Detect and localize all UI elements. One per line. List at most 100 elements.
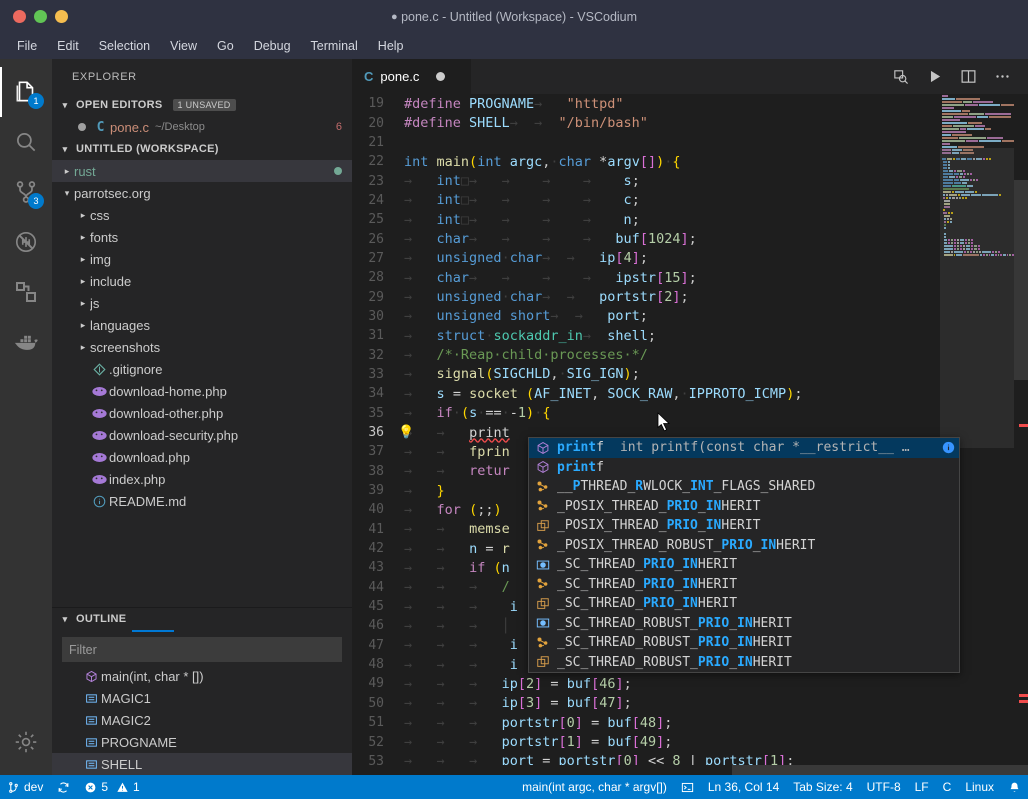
status-language[interactable]: C — [936, 775, 959, 799]
activity-source-control[interactable]: 3 — [0, 167, 52, 217]
tab-pone-c[interactable]: C pone.c — [352, 59, 472, 94]
activity-manage[interactable] — [0, 717, 52, 767]
suggestion-widget[interactable]: printf int printf(const char *__restrict_… — [528, 437, 960, 673]
hscrollbar-thumb[interactable] — [732, 765, 1028, 775]
tree-folder-parrotsec-org[interactable]: ▾ parrotsec.org — [52, 182, 352, 204]
status-notifications[interactable] — [1001, 775, 1028, 799]
code-line-28[interactable]: 28 → char→ → → → ipstr[15]; — [352, 268, 1028, 287]
menu-debug[interactable]: Debug — [245, 36, 300, 56]
chevron-right-icon[interactable]: ▸ — [76, 320, 90, 331]
code-line-24[interactable]: 24 → int□→ → → → c; — [352, 191, 1028, 210]
suggestion-item[interactable]: _SC_THREAD_ROBUST_PRIO_INHERIT — [529, 633, 959, 653]
code-line-29[interactable]: 29 → unsigned·char→ → portstr[2]; — [352, 287, 1028, 306]
outline-sash[interactable] — [52, 630, 352, 632]
status-indentation[interactable]: Tab Size: 4 — [786, 775, 859, 799]
tree-file-index-php[interactable]: index.php — [52, 468, 352, 490]
menu-selection[interactable]: Selection — [90, 36, 159, 56]
file-tree[interactable]: ▸ rust ▾ parrotsec.org ▸ css ▸ fonts ▸ img ▸ includ… — [52, 160, 352, 607]
tree-file-download-other-php[interactable]: download-other.php — [52, 402, 352, 424]
tree-file-readme-md[interactable]: README.md — [52, 490, 352, 512]
code-line-51[interactable]: 51 → → → portstr[0] = buf[48]; — [352, 713, 1028, 732]
status-encoding[interactable]: UTF-8 — [860, 775, 908, 799]
tree-folder-js[interactable]: ▸ js — [52, 292, 352, 314]
menu-edit[interactable]: Edit — [48, 36, 88, 56]
code-line-27[interactable]: 27 → unsigned·char→ → ip[4]; — [352, 249, 1028, 268]
code-line-23[interactable]: 23 → int□→ → → → s; — [352, 171, 1028, 190]
tree-file-download-php[interactable]: download.php — [52, 446, 352, 468]
menu-view[interactable]: View — [161, 36, 206, 56]
activity-explorer[interactable]: 1 — [0, 67, 52, 117]
minimize-button[interactable] — [34, 10, 47, 23]
code-line-19[interactable]: 19 #define PROGNAME→ "httpd" — [352, 94, 1028, 113]
horizontal-scrollbar[interactable] — [352, 765, 1028, 775]
status-sync[interactable] — [50, 775, 77, 799]
status-platform[interactable]: Linux — [958, 775, 1001, 799]
code-line-30[interactable]: 30 → unsigned short→ → port; — [352, 307, 1028, 326]
chevron-right-icon[interactable]: ▸ — [76, 298, 90, 309]
more-actions-icon[interactable] — [988, 63, 1016, 91]
minimap-slider[interactable] — [940, 148, 1014, 448]
code-line-33[interactable]: 33 → signal(SIGCHLD,·SIG_IGN); — [352, 365, 1028, 384]
suggestion-item[interactable]: _POSIX_THREAD_ROBUST_PRIO_INHERIT — [529, 536, 959, 556]
status-terminal[interactable] — [674, 775, 701, 799]
activity-run-debug[interactable] — [0, 217, 52, 267]
code-line-32[interactable]: 32 → /*·Reap·child·processes·*/ — [352, 345, 1028, 364]
code-line-25[interactable]: 25 → int□→ → → → n; — [352, 210, 1028, 229]
chevron-right-icon[interactable]: ▸ — [76, 276, 90, 287]
tree-file--gitignore[interactable]: .gitignore — [52, 358, 352, 380]
code-line-52[interactable]: 52 → → → portstr[1] = buf[49]; — [352, 732, 1028, 751]
code-line-31[interactable]: 31 → struct·sockaddr_in→ shell; — [352, 326, 1028, 345]
suggestion-item[interactable]: _POSIX_THREAD_PRIO_INHERIT — [529, 497, 959, 517]
chevron-right-icon[interactable]: ▸ — [76, 232, 90, 243]
section-open-editors[interactable]: ▾ OPEN EDITORS 1 UNSAVED — [52, 94, 352, 116]
menu-help[interactable]: Help — [369, 36, 413, 56]
split-editor-icon[interactable] — [954, 63, 982, 91]
suggestion-info-icon[interactable] — [942, 441, 955, 454]
suggestion-item[interactable]: printf — [529, 458, 959, 478]
menu-terminal[interactable]: Terminal — [302, 36, 367, 56]
menu-go[interactable]: Go — [208, 36, 243, 56]
code-action-lightbulb-icon[interactable]: 💡 — [398, 425, 414, 440]
suggestion-item[interactable]: _POSIX_THREAD_PRIO_INHERIT — [529, 516, 959, 536]
outline-item-main-int-char-[interactable]: main(int, char * []) — [52, 665, 352, 687]
chevron-right-icon[interactable]: ▸ — [76, 254, 90, 265]
chevron-right-icon[interactable]: ▸ — [60, 166, 74, 177]
suggestion-item[interactable]: _SC_THREAD_PRIO_INHERIT — [529, 555, 959, 575]
code-line-21[interactable]: 21 — [352, 133, 1028, 152]
tree-folder-fonts[interactable]: ▸ fonts — [52, 226, 352, 248]
run-code-icon[interactable] — [920, 63, 948, 91]
tree-folder-rust[interactable]: ▸ rust — [52, 160, 352, 182]
outline-item-progname[interactable]: PROGNAME — [52, 731, 352, 753]
code-line-34[interactable]: 34 → s = socket (AF_INET, SOCK_RAW,·IPPRO… — [352, 384, 1028, 403]
status-symbol[interactable]: main(int argc, char * argv[]) — [515, 775, 674, 799]
outline-item-shell[interactable]: SHELL — [52, 753, 352, 775]
activity-extensions[interactable] — [0, 267, 52, 317]
scrollbar-thumb[interactable] — [1014, 180, 1028, 380]
activity-search[interactable] — [0, 117, 52, 167]
outline-item-magic1[interactable]: MAGIC1 — [52, 687, 352, 709]
code-editor[interactable]: 19 #define PROGNAME→ "httpd" 20 #define SHE… — [352, 94, 1028, 775]
suggestion-item[interactable]: printf int printf(const char *__restrict_… — [529, 438, 959, 458]
code-line-50[interactable]: 50 → → → ip[3] = buf[47]; — [352, 694, 1028, 713]
code-line-49[interactable]: 49 → → → ip[2] = buf[46]; — [352, 674, 1028, 693]
section-outline[interactable]: ▾ OUTLINE — [52, 608, 352, 630]
menu-file[interactable]: File — [8, 36, 46, 56]
vertical-scrollbar[interactable] — [1014, 94, 1028, 775]
status-problems[interactable]: 5 1 — [77, 775, 146, 799]
tree-file-download-security-php[interactable]: download-security.php — [52, 424, 352, 446]
chevron-right-icon[interactable]: ▸ — [76, 210, 90, 221]
open-editor-item[interactable]: C pone.c ~/Desktop 6 — [52, 116, 352, 138]
code-line-20[interactable]: 20 #define SHELL→ → "/bin/bash" — [352, 113, 1028, 132]
code-line-35[interactable]: 35 → if·(s·==·-1)·{ — [352, 404, 1028, 423]
activity-docker[interactable] — [0, 317, 52, 367]
code-line-26[interactable]: 26 → char→ → → → buf[1024]; — [352, 229, 1028, 248]
suggestion-item[interactable]: _SC_THREAD_PRIO_INHERIT — [529, 594, 959, 614]
tree-file-download-home-php[interactable]: download-home.php — [52, 380, 352, 402]
suggestion-item[interactable]: _SC_THREAD_ROBUST_PRIO_INHERIT — [529, 653, 959, 673]
suggestion-item[interactable]: __PTHREAD_RWLOCK_INT_FLAGS_SHARED — [529, 477, 959, 497]
status-cursor-position[interactable]: Ln 36, Col 14 — [701, 775, 786, 799]
tree-folder-languages[interactable]: ▸ languages — [52, 314, 352, 336]
tree-folder-css[interactable]: ▸ css — [52, 204, 352, 226]
dirty-dot-icon[interactable] — [72, 123, 91, 131]
tree-folder-include[interactable]: ▸ include — [52, 270, 352, 292]
